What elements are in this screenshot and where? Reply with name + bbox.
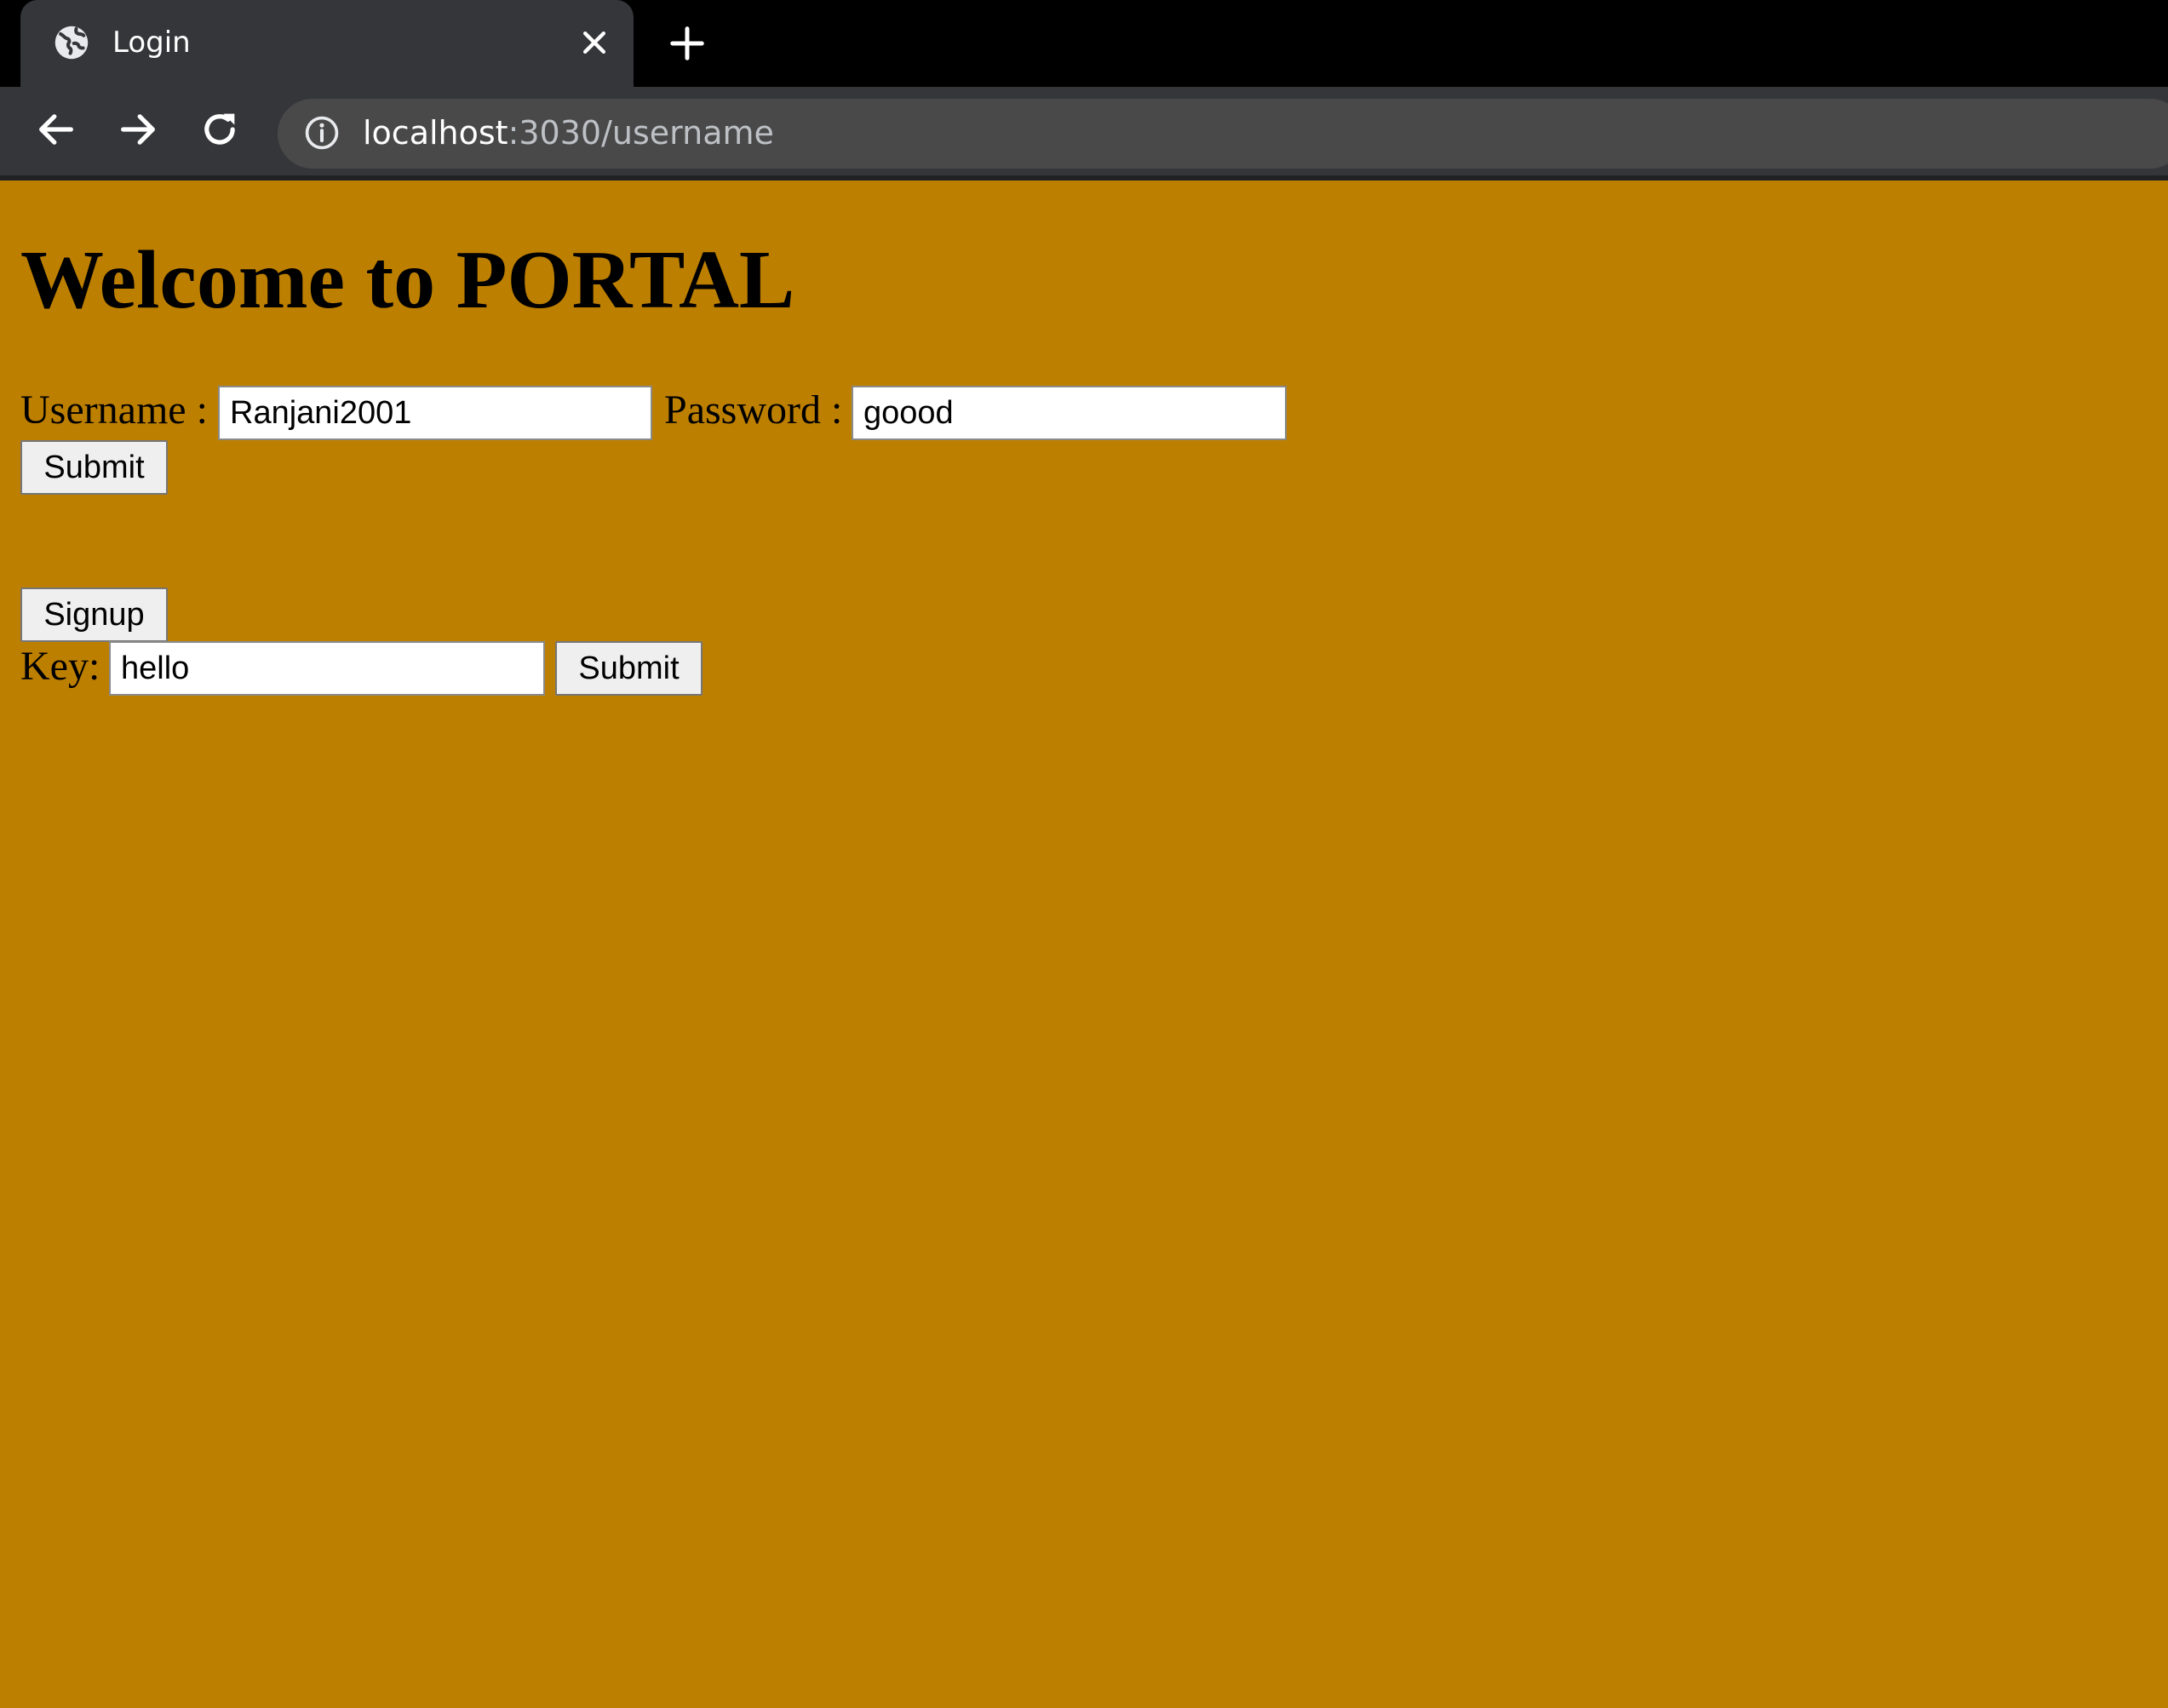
- info-icon[interactable]: [303, 114, 341, 152]
- globe-icon: [54, 26, 89, 60]
- close-icon[interactable]: [577, 26, 611, 60]
- url-path: :3030/username: [508, 114, 774, 152]
- login-submit-button[interactable]: Submit: [20, 440, 168, 495]
- back-arrow-icon[interactable]: [34, 107, 78, 152]
- forward-arrow-icon[interactable]: [116, 107, 160, 152]
- password-label: Password :: [664, 387, 843, 433]
- address-url[interactable]: localhost:3030/username: [363, 109, 774, 157]
- tab-title: Login: [112, 26, 191, 60]
- page-heading: Welcome to PORTAL: [20, 234, 795, 326]
- browser-tab-strip: Login: [0, 0, 2168, 87]
- url-host: localhost: [363, 114, 508, 152]
- password-input[interactable]: [852, 386, 1287, 440]
- plus-icon[interactable]: [668, 24, 707, 63]
- key-label: Key:: [20, 644, 100, 689]
- key-input[interactable]: [109, 641, 545, 696]
- key-submit-button[interactable]: Submit: [555, 641, 703, 696]
- reload-icon[interactable]: [198, 107, 242, 152]
- signup-button[interactable]: Signup: [20, 587, 168, 642]
- username-label: Username :: [20, 387, 208, 433]
- page-body: Welcome to PORTAL Username : Password : …: [0, 181, 2168, 1708]
- username-input[interactable]: [218, 386, 652, 440]
- browser-tab[interactable]: Login: [20, 0, 634, 87]
